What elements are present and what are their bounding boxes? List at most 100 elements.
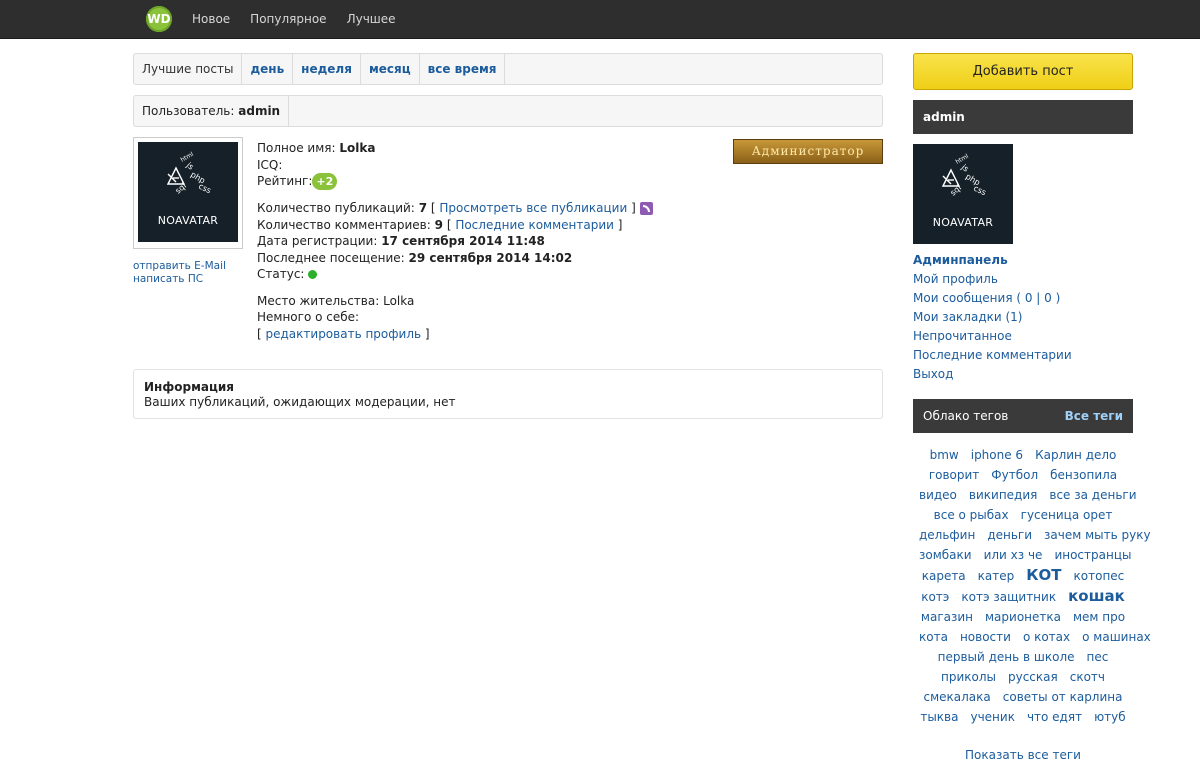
tag-line: смекалака советы от карлина xyxy=(913,687,1133,707)
tag-chainsaw[interactable]: бензопила xyxy=(1050,468,1117,482)
icq-row: ICQ: xyxy=(257,157,653,174)
nav-new[interactable]: Новое xyxy=(192,0,230,38)
tag-video[interactable]: видео xyxy=(919,488,957,502)
tag-iphone6[interactable]: iphone 6 xyxy=(971,448,1023,462)
info-title: Информация xyxy=(144,380,234,394)
tag-kareta[interactable]: карета xyxy=(922,569,966,583)
comments-row: Количество комментариев: 9 [ Последние к… xyxy=(257,217,623,232)
user-label: Пользователь: xyxy=(142,104,235,118)
user-breadcrumb-item: Пользователь: admin xyxy=(134,96,290,126)
my-bookmarks-link[interactable]: Мои закладки (1) xyxy=(913,308,1072,327)
user-name: admin xyxy=(238,104,281,118)
tag-line: bmw iphone 6 Карлин дело xyxy=(913,445,1133,465)
location-value: Lolka xyxy=(383,293,415,308)
tab-week[interactable]: неделя xyxy=(293,54,361,84)
view-publications-link[interactable]: Просмотреть все публикации xyxy=(439,201,627,215)
tag-govorit[interactable]: говорит xyxy=(929,468,979,482)
rss-icon[interactable] xyxy=(639,202,653,215)
sidebar-avatar-label: NOAVATAR xyxy=(932,216,994,229)
tag-news[interactable]: новости xyxy=(960,630,1011,644)
tag-scotch[interactable]: скотч xyxy=(1070,670,1105,684)
logout-link[interactable]: Выход xyxy=(913,365,1072,384)
last-visit-row: Последнее посещение: 29 сентября 2014 14… xyxy=(257,250,653,267)
tag-what-they-eat[interactable]: что едят xyxy=(1027,710,1082,724)
tag-dog[interactable]: пес xyxy=(1087,650,1109,664)
svg-text:css: css xyxy=(972,184,987,198)
tag-meme-about[interactable]: мем про xyxy=(1073,610,1125,624)
tag-kater[interactable]: катер xyxy=(978,569,1015,583)
tag-kota[interactable]: кота xyxy=(919,630,948,644)
fullname-label: Полное имя: xyxy=(257,141,336,155)
tag-line: дельфин деньги зачем мыть руку xyxy=(913,525,1151,545)
tab-all-time[interactable]: все время xyxy=(420,54,506,84)
svg-text:css: css xyxy=(197,182,212,196)
tag-kote[interactable]: котэ xyxy=(921,590,949,604)
tag-russian[interactable]: русская xyxy=(1008,670,1058,684)
tag-football[interactable]: Футбол xyxy=(991,468,1038,482)
nav-best[interactable]: Лучшее xyxy=(347,0,396,38)
tag-pumpkin[interactable]: тыква xyxy=(920,710,958,724)
status-label: Статус: xyxy=(257,267,305,281)
tag-wash-hand[interactable]: зачем мыть руку xyxy=(1044,528,1151,542)
tag-fish[interactable]: все о рыбах xyxy=(934,508,1009,522)
tag-line: видео википедия все за деньги xyxy=(913,485,1137,505)
nav-popular[interactable]: Популярное xyxy=(250,0,326,38)
tag-whatever[interactable]: или хз че xyxy=(984,548,1043,562)
tag-kotopes[interactable]: котопес xyxy=(1074,569,1125,583)
tag-shop[interactable]: магазин xyxy=(921,610,973,624)
tag-zombies[interactable]: зомбаки xyxy=(919,548,972,562)
avatar: js php css sql html NOAVATAR xyxy=(138,142,238,242)
fullname-row: Полное имя: Lolka xyxy=(257,140,653,157)
my-messages-link[interactable]: Мои сообщения ( 0 | 0 ) xyxy=(913,289,1072,308)
unread-link[interactable]: Непрочитанное xyxy=(913,327,1072,346)
all-tags-link[interactable]: Все теги xyxy=(1065,399,1123,433)
registration-row: Дата регистрации: 17 сентября 2014 11:48 xyxy=(257,233,653,250)
site-logo[interactable]: WD xyxy=(146,6,172,32)
tag-dolphin[interactable]: дельфин xyxy=(919,528,975,542)
tag-money[interactable]: все за деньги xyxy=(1049,488,1136,502)
tag-kot[interactable]: КОТ xyxy=(1026,566,1061,584)
send-pm-link[interactable]: написать ПС xyxy=(133,273,226,286)
send-email-link[interactable]: отправить E-Mail xyxy=(133,260,226,273)
tag-line: зомбаки или хз че иностранцы xyxy=(913,545,1133,565)
tag-dengi[interactable]: деньги xyxy=(987,528,1032,542)
tag-koshak[interactable]: кошак xyxy=(1068,587,1125,605)
tag-student[interactable]: ученик xyxy=(970,710,1014,724)
tag-karlin[interactable]: Карлин дело xyxy=(1035,448,1116,462)
top-navbar: WD Новое Популярное Лучшее xyxy=(0,0,1200,39)
edit-profile-link[interactable]: редактировать профиль xyxy=(266,327,422,341)
user-breadcrumb: Пользователь: admin xyxy=(133,95,883,127)
tag-line: кота новости о котах о машинах xyxy=(913,627,1151,647)
tag-caterpillar[interactable]: гусеница орет xyxy=(1021,508,1113,522)
online-status-icon xyxy=(308,270,318,279)
tag-line: говорит Футбол бензопила xyxy=(913,465,1133,485)
tag-first-day-school[interactable]: первый день в школе xyxy=(938,650,1075,664)
tab-day[interactable]: день xyxy=(242,54,294,84)
tag-youtube[interactable]: ютуб xyxy=(1094,710,1126,724)
tag-about-cars[interactable]: о машинах xyxy=(1082,630,1151,644)
tag-karlin-advice[interactable]: советы от карлина xyxy=(1003,690,1123,704)
sidebar-username: admin xyxy=(923,110,965,124)
profile-info: Полное имя: Lolka ICQ: Рейтинг: +2 Количе… xyxy=(257,140,653,342)
adminpanel-link[interactable]: Админпанель xyxy=(913,251,1072,270)
tag-smekalka[interactable]: смекалака xyxy=(924,690,991,704)
tag-kote-defender[interactable]: котэ защитник xyxy=(961,590,1056,604)
registration-label: Дата регистрации: xyxy=(257,234,378,248)
last-comments-sidebar-link[interactable]: Последние комментарии xyxy=(913,346,1072,365)
rating-label: Рейтинг: xyxy=(257,174,313,188)
tag-foreigners[interactable]: иностранцы xyxy=(1054,548,1131,562)
add-post-button[interactable]: Добавить пост xyxy=(913,53,1133,90)
tag-about-cats[interactable]: о котах xyxy=(1023,630,1070,644)
sidebar-avatar: js php css sql html NOAVATAR xyxy=(913,144,1013,244)
show-all-tags-link[interactable]: Показать все теги xyxy=(913,748,1133,762)
tag-puppet[interactable]: марионетка xyxy=(985,610,1061,624)
last-comments-link[interactable]: Последние комментарии xyxy=(455,218,614,232)
tag-line: приколы русская скотч xyxy=(913,667,1133,687)
tag-wikipedia[interactable]: википедия xyxy=(969,488,1037,502)
tag-jokes[interactable]: приколы xyxy=(941,670,996,684)
my-profile-link[interactable]: Мой профиль xyxy=(913,270,1072,289)
tab-month[interactable]: месяц xyxy=(361,54,420,84)
tag-bmw[interactable]: bmw xyxy=(930,448,959,462)
about-label: Немного о себе: xyxy=(257,310,360,324)
info-box: Информация Ваших публикаций, ожидающих м… xyxy=(133,369,883,419)
